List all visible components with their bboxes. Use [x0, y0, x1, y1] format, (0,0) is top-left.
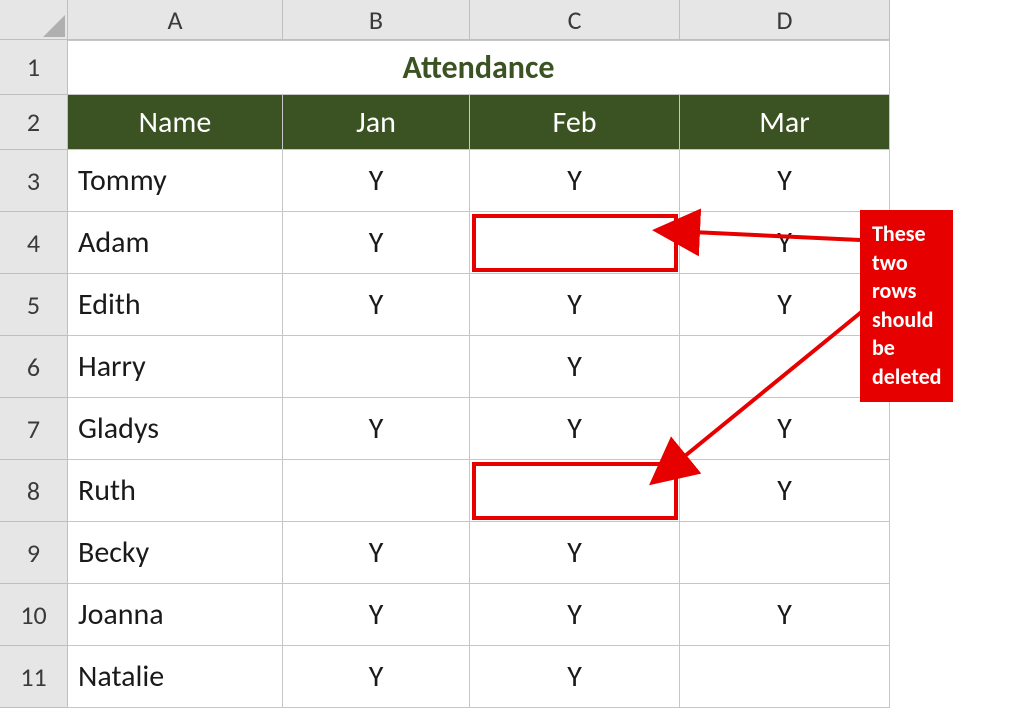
row-header-2[interactable]: 2 [0, 95, 68, 150]
cell-D5[interactable]: Y [680, 274, 890, 336]
cell-A7[interactable]: Gladys [68, 398, 283, 460]
cell-C6[interactable]: Y [470, 336, 680, 398]
row-header-9[interactable]: 9 [0, 522, 68, 584]
callout-line1: These two [872, 220, 941, 277]
row-header-3[interactable]: 3 [0, 150, 68, 212]
col-header-C[interactable]: C [470, 0, 680, 40]
cell-A3[interactable]: Tommy [68, 150, 283, 212]
cell-C10[interactable]: Y [470, 584, 680, 646]
cell-B10[interactable]: Y [283, 584, 470, 646]
cell-D3[interactable]: Y [680, 150, 890, 212]
select-all-corner[interactable] [0, 0, 68, 40]
cell-B8[interactable] [283, 460, 470, 522]
cell-A6[interactable]: Harry [68, 336, 283, 398]
annotation-callout: These two rows should be deleted [860, 210, 953, 402]
cell-C7[interactable]: Y [470, 398, 680, 460]
cell-D9[interactable] [680, 522, 890, 584]
col-header-A[interactable]: A [68, 0, 283, 40]
cell-B4[interactable]: Y [283, 212, 470, 274]
cell-A5[interactable]: Edith [68, 274, 283, 336]
cell-C3[interactable]: Y [470, 150, 680, 212]
cell-D8[interactable]: Y [680, 460, 890, 522]
cell-D11[interactable] [680, 646, 890, 708]
cell-A9[interactable]: Becky [68, 522, 283, 584]
cell-C9[interactable]: Y [470, 522, 680, 584]
header-feb[interactable]: Feb [470, 95, 680, 150]
cell-B5[interactable]: Y [283, 274, 470, 336]
row-header-6[interactable]: 6 [0, 336, 68, 398]
callout-line2: rows should [872, 277, 941, 334]
row-header-4[interactable]: 4 [0, 212, 68, 274]
cell-C8[interactable] [470, 460, 680, 522]
cell-C5[interactable]: Y [470, 274, 680, 336]
col-header-D[interactable]: D [680, 0, 890, 40]
cell-C4[interactable] [470, 212, 680, 274]
row-header-7[interactable]: 7 [0, 398, 68, 460]
cell-D4[interactable]: Y [680, 212, 890, 274]
cell-D10[interactable]: Y [680, 584, 890, 646]
header-jan[interactable]: Jan [283, 95, 470, 150]
row-header-5[interactable]: 5 [0, 274, 68, 336]
cell-A10[interactable]: Joanna [68, 584, 283, 646]
cell-D7[interactable]: Y [680, 398, 890, 460]
row-header-10[interactable]: 10 [0, 584, 68, 646]
cell-B11[interactable]: Y [283, 646, 470, 708]
callout-line3: be deleted [872, 334, 941, 391]
cell-B7[interactable]: Y [283, 398, 470, 460]
cell-B6[interactable] [283, 336, 470, 398]
header-name[interactable]: Name [68, 95, 283, 150]
cell-A4[interactable]: Adam [68, 212, 283, 274]
col-header-B[interactable]: B [283, 0, 470, 40]
cell-C11[interactable]: Y [470, 646, 680, 708]
cell-B3[interactable]: Y [283, 150, 470, 212]
cell-A11[interactable]: Natalie [68, 646, 283, 708]
cell-A8[interactable]: Ruth [68, 460, 283, 522]
row-header-1[interactable]: 1 [0, 40, 68, 95]
select-all-triangle-icon [43, 15, 65, 37]
header-mar[interactable]: Mar [680, 95, 890, 150]
row-header-8[interactable]: 8 [0, 460, 68, 522]
cell-B9[interactable]: Y [283, 522, 470, 584]
cell-D6[interactable] [680, 336, 890, 398]
row-header-11[interactable]: 11 [0, 646, 68, 708]
title-cell[interactable]: Attendance [68, 40, 890, 95]
